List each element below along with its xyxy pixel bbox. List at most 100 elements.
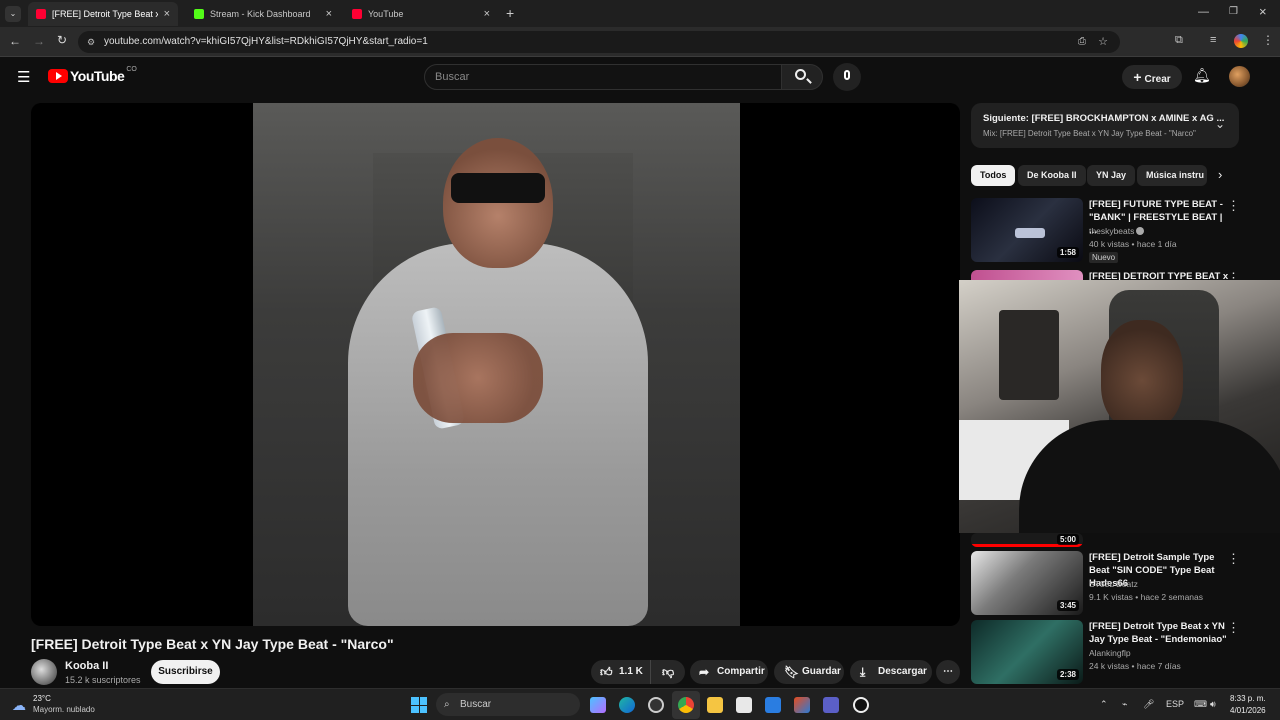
duration-badge: 3:45 [1056,600,1079,611]
app-icon[interactable] [853,697,869,713]
weather-widget[interactable]: ☁ 23°C Mayorm. nublado [8,692,128,718]
microphone-icon[interactable]: 🎤︎ [1143,699,1154,710]
browser-tab-bar: ⌄ [FREE] Detroit Type Beat x YN J × Stre… [0,0,1280,27]
account-avatar[interactable] [1229,66,1250,87]
chip-musica-instrumental[interactable]: Música instru [1137,165,1207,186]
video-frame [253,103,740,626]
weather-cloud-icon: ☁ [12,697,26,713]
tab-search-icon[interactable]: ⌄ [5,6,21,22]
create-button[interactable]: + Crear [1122,65,1182,89]
video-player[interactable] [31,103,960,626]
youtube-logo[interactable]: YouTube CO [48,66,137,84]
tray-chevron-up-icon[interactable]: ⌃ [1100,699,1108,710]
minimize-icon[interactable]: — [1198,6,1209,18]
subscribe-button[interactable]: Suscribirse [151,660,220,684]
volume-icon[interactable]: 🔊︎ [1210,699,1216,710]
bookmark-star-icon[interactable]: ☆ [1098,31,1108,53]
taskbar-search[interactable]: ⌕ Buscar [436,693,580,716]
display-icon[interactable]: ⌨ [1194,699,1207,710]
chevron-right-icon[interactable]: › [1218,167,1222,182]
video-thumbnail[interactable]: 2:38 [971,620,1083,684]
more-actions-button[interactable]: ⋯ [936,660,960,684]
more-vertical-icon[interactable]: ⋮ [1227,198,1240,214]
save-button[interactable]: 🔖︎ Guardar [774,660,844,684]
webcam-overlay [959,280,1280,533]
more-vertical-icon[interactable]: ⋮ [1227,620,1240,636]
chip-de-kooba[interactable]: De Kooba II [1018,165,1086,186]
obs-icon[interactable] [648,697,664,713]
browser-menu-icon[interactable]: ⋮ [1262,33,1274,47]
download-button[interactable]: ⤓ Descargar [850,660,932,684]
clock-time[interactable]: 8:33 p. m. [1230,694,1266,703]
more-horizontal-icon: ⋯ [943,666,953,677]
youtube-play-icon [48,69,68,83]
thumbnail-car-lights [1015,228,1045,238]
hamburger-menu-icon[interactable]: ☰ [17,68,30,86]
chip-yn-jay[interactable]: YN Jay [1087,165,1136,186]
copilot-icon[interactable] [590,697,606,713]
windows-start-icon[interactable] [411,697,427,713]
close-tab-icon[interactable]: × [326,8,332,20]
tab-kick-dashboard[interactable]: Stream - Kick Dashboard × [186,2,340,26]
search-button[interactable] [781,64,823,90]
up-next-panel[interactable]: Siguiente: [FREE] BROCKHAMPTON x AMINE x… [971,103,1239,148]
share-icon: ➦ [699,665,710,679]
webcam-wall-shelf [999,310,1059,400]
reload-icon[interactable]: ↻ [57,33,67,47]
voice-search-button[interactable] [833,63,861,91]
channel-avatar[interactable] [31,659,57,685]
url-bar[interactable]: ⚙ youtube.com/watch?v=khiGI57QjHY&list=R… [78,31,1120,53]
clock-date[interactable]: 4/01/2026 [1230,706,1266,715]
install-app-icon[interactable]: ⎙ [1078,31,1086,53]
recommendation-item[interactable]: 2:38 [FREE] Detroit Type Beat x YN Jay T… [971,620,1241,686]
kick-favicon-icon [194,9,204,19]
file-explorer-icon[interactable] [707,697,723,713]
restore-icon[interactable]: ❐ [1229,6,1238,17]
channel-name[interactable]: Kooba II [65,660,108,672]
search-input[interactable]: Buscar [424,64,782,90]
notifications-bell-icon[interactable]: 🔔︎ [1193,67,1211,84]
chevron-down-icon[interactable]: ⌄ [1215,117,1225,131]
forward-icon[interactable]: → [33,34,45,48]
up-next-subtitle: Mix: [FREE] Detroit Type Beat x YN Jay T… [983,129,1196,138]
media-controls-icon[interactable]: ≡ [1210,34,1216,46]
close-tab-icon[interactable]: × [164,8,170,20]
office-icon[interactable] [794,697,810,713]
webcam-person-head [1101,320,1183,430]
plus-icon: + [1133,69,1142,85]
video-thumbnail[interactable]: 5:00 [971,533,1083,547]
up-next-title: Siguiente: [FREE] BROCKHAMPTON x AMINE x… [983,113,1225,124]
thumbs-down-icon: 👎︎ [662,665,675,679]
subscriber-count: 15.2 k suscriptores [65,675,141,685]
verified-check-icon [1136,227,1144,235]
recommendation-item[interactable]: 1:58 [FREE] FUTURE TYPE BEAT - "BANK" | … [971,198,1241,264]
close-window-icon[interactable]: × [1259,4,1267,19]
tab-youtube-video[interactable]: [FREE] Detroit Type Beat x YN J × [28,2,178,26]
recommendation-item[interactable]: 3:45 [FREE] Detroit Sample Type Beat "SI… [971,551,1241,617]
download-icon: ⤓ [860,665,866,679]
site-info-icon[interactable]: ⚙ [87,31,95,53]
dislike-button[interactable]: 👎︎ [653,660,685,684]
tab-youtube[interactable]: YouTube × [344,2,498,26]
back-icon[interactable]: ← [9,34,21,48]
recommendation-item[interactable]: 5:00 [971,533,1241,547]
teams-icon[interactable] [823,697,839,713]
video-thumbnail[interactable]: 3:45 [971,551,1083,615]
chrome-icon[interactable] [678,697,694,713]
edge-icon[interactable] [619,697,635,713]
extensions-icon[interactable]: ⧉ [1175,34,1183,47]
new-tab-icon[interactable]: + [506,5,514,21]
profile-avatar[interactable] [1234,34,1248,48]
mail-icon[interactable] [765,697,781,713]
video-title: [FREE] Detroit Type Beat x YN Jay Type B… [31,636,394,652]
microsoft-store-icon[interactable] [736,697,752,713]
close-tab-icon[interactable]: × [484,8,490,20]
like-button[interactable]: 👍︎ 1.1 K [591,660,651,684]
more-vertical-icon[interactable]: ⋮ [1227,551,1240,567]
chip-todos[interactable]: Todos [971,165,1016,186]
thumbs-up-icon: 👍︎ [600,665,613,679]
language-indicator[interactable]: ESP [1166,699,1184,709]
share-button[interactable]: ➦ Compartir [690,660,768,684]
network-icon[interactable]: ⌁ [1122,699,1127,710]
video-thumbnail[interactable]: 1:58 [971,198,1083,262]
